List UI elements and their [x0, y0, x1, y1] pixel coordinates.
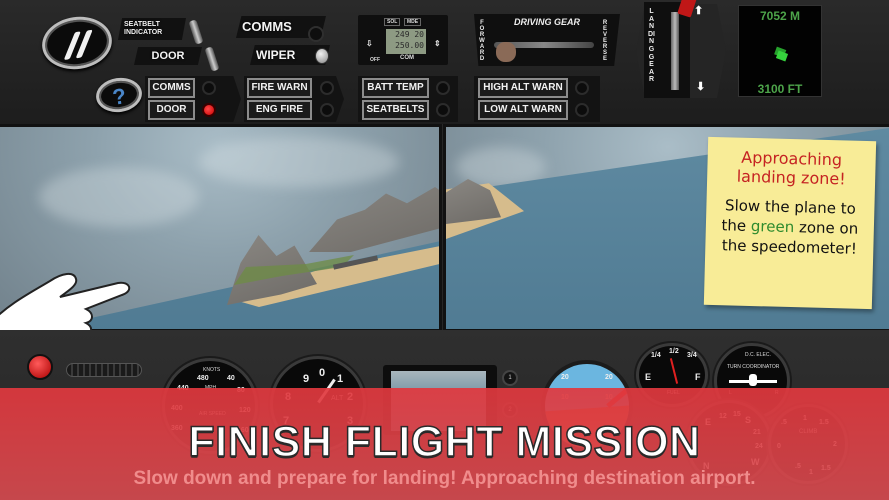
- door-warning-button[interactable]: DOOR: [148, 100, 195, 120]
- tutorial-sticky-note: Approaching landing zone! Slow the plane…: [703, 136, 877, 310]
- turn-coordinator-title: D.C. ELEC.: [745, 352, 771, 358]
- driving-gear-panel: DRIVING GEAR FORWARD REVERSE: [474, 14, 620, 66]
- radio-left-icon[interactable]: ⇩: [366, 39, 373, 48]
- fire-warn-lamp: [320, 81, 334, 95]
- banner-subtitle: Slow down and prepare for landing! Appro…: [133, 468, 756, 489]
- attitude-tick: 20: [561, 374, 569, 381]
- game-screen: ? SEATBELT INDICATOR DOOR COMMS WIPER CO…: [0, 0, 889, 500]
- low-alt-warn-lamp: [575, 103, 589, 117]
- low-alt-warn-button[interactable]: LOW ALT WARN: [478, 100, 568, 120]
- radio-unit: SOL MDE 249 20 250.00 ⇩ ⇕ OFF COM: [358, 15, 448, 65]
- radio-lcd: 249 20 250.00: [386, 29, 426, 54]
- door-switch[interactable]: [204, 46, 220, 72]
- landing-gear-rod: [671, 12, 679, 90]
- airspeed-tick: 480: [197, 375, 209, 382]
- high-alt-warn-button[interactable]: HIGH ALT WARN: [478, 78, 568, 98]
- airspeed-title: KNOTS: [203, 367, 221, 373]
- gear-down-arrow-icon: ⬇: [696, 81, 706, 93]
- mde-button[interactable]: MDE: [404, 18, 422, 26]
- seatbelt-indicator-switch[interactable]: [188, 19, 204, 45]
- driving-gear-title: DRIVING GEAR: [513, 17, 580, 27]
- high-alt-warn-lamp: [575, 81, 589, 95]
- driving-gear-handle[interactable]: [496, 42, 516, 62]
- comms-knob[interactable]: [308, 26, 324, 42]
- seatbelt-indicator-label: SEATBELT INDICATOR: [118, 18, 186, 40]
- red-start-button[interactable]: [27, 354, 53, 380]
- airspeed-tick: 40: [227, 375, 235, 382]
- fuel-tick: F: [695, 372, 701, 382]
- radio-right-icon[interactable]: ⇕: [434, 39, 441, 48]
- fuel-tick: 1/4: [651, 352, 661, 359]
- comms-warning-button[interactable]: COMMS: [148, 78, 195, 98]
- batt-temp-lamp: [436, 81, 450, 95]
- altitude-display: 7052 M 3100 FT: [738, 5, 822, 97]
- altitude-feet: 3100 FT: [757, 82, 803, 96]
- plane-position-icon: [775, 50, 789, 62]
- fuel-needle: [669, 358, 679, 384]
- help-icon: ?: [110, 83, 128, 110]
- throttle-lever[interactable]: [66, 363, 142, 377]
- seatbelts-lamp: [436, 103, 450, 117]
- eng-fire-button[interactable]: ENG FIRE: [247, 100, 312, 120]
- sticky-body: Slow the plane to the green zone on the …: [713, 195, 867, 259]
- sticky-heading-line2: landing zone!: [736, 166, 846, 189]
- radio-off-label: OFF: [370, 57, 380, 63]
- reverse-label: REVERSE: [602, 20, 608, 62]
- radio-com-label: COM: [400, 55, 414, 61]
- sticky-heading: Approaching landing zone!: [715, 147, 868, 189]
- banner-title: FINISH FLIGHT MISSION: [188, 417, 701, 467]
- altimeter-tick: 1: [337, 373, 344, 385]
- fuel-tick: 1/2: [669, 348, 679, 355]
- altimeter-tick: 9: [303, 373, 310, 385]
- lcd-line-2: 250.00: [395, 41, 424, 50]
- pause-button[interactable]: [38, 12, 116, 74]
- lcd-line-1: 249 20: [395, 30, 424, 39]
- landing-gear-label: LANDING GEAR: [648, 8, 655, 84]
- fuel-tick: E: [645, 372, 652, 382]
- attitude-tick: 20: [605, 374, 613, 381]
- altimeter-tick: 0: [319, 367, 326, 379]
- altitude-meters: 7052 M: [759, 9, 801, 23]
- sol-button[interactable]: SOL: [384, 18, 401, 26]
- help-button[interactable]: ?: [93, 74, 145, 116]
- instrument-knob-1[interactable]: 1: [502, 370, 518, 386]
- batt-temp-button[interactable]: BATT TEMP: [362, 78, 429, 98]
- mission-banner: FINISH FLIGHT MISSION Slow down and prep…: [0, 388, 889, 500]
- gear-up-arrow-icon: ⬆: [694, 5, 704, 17]
- door-switch-label: DOOR: [134, 47, 202, 65]
- fire-warn-button[interactable]: FIRE WARN: [247, 78, 312, 98]
- turn-coordinator-label: TURN COORDINATOR: [727, 364, 780, 370]
- door-warning-lamp: [202, 103, 216, 117]
- overhead-control-panel: ? SEATBELT INDICATOR DOOR COMMS WIPER CO…: [0, 0, 889, 124]
- eng-fire-lamp: [320, 103, 334, 117]
- forward-label: FORWARD: [479, 20, 485, 62]
- landing-gear-slot: LANDING GEAR: [644, 2, 690, 98]
- wiper-knob[interactable]: [315, 48, 329, 64]
- sticky-body-green: green: [750, 216, 795, 237]
- fuel-tick: 3/4: [687, 352, 697, 359]
- comms-warning-lamp: [202, 81, 216, 95]
- seatbelts-button[interactable]: SEATBELTS: [362, 100, 429, 120]
